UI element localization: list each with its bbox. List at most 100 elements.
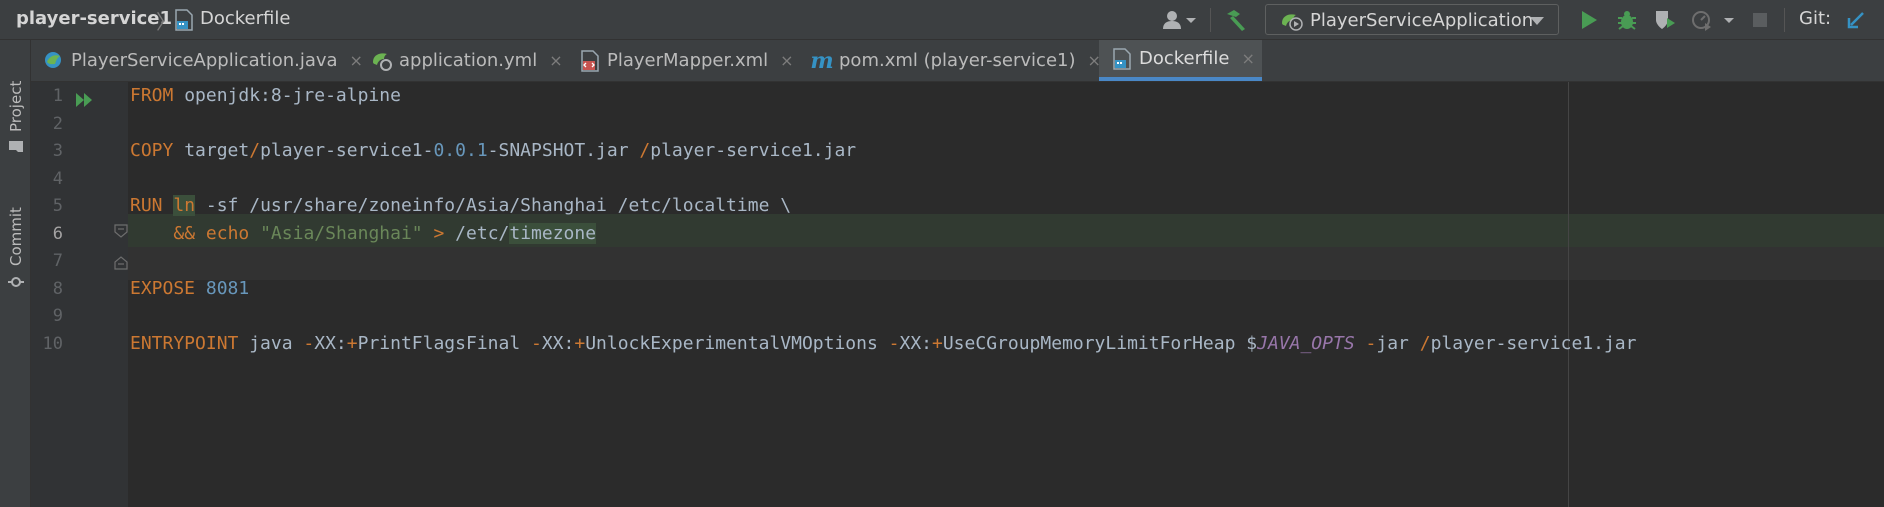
code-token: 0 <box>433 140 445 161</box>
code-token: XX: <box>541 332 575 354</box>
run-configuration-selector[interactable]: PlayerServiceApplication <box>1265 4 1559 35</box>
git-label: Git: <box>1799 8 1832 29</box>
run-icon[interactable] <box>1577 8 1601 32</box>
code-token: FROM <box>130 85 174 106</box>
editor-gutter[interactable]: 1 2 3 4 5 6 7 8 9 10 <box>31 82 128 507</box>
folder-icon <box>7 140 25 154</box>
debug-bug-icon[interactable] <box>1615 8 1639 32</box>
code-line[interactable]: && echo "Asia/Shanghai" > /etc/timezone <box>130 222 597 244</box>
code-token: timezone <box>509 222 597 244</box>
commit-tool-label: Commit <box>7 207 25 266</box>
code-token: + <box>574 332 586 354</box>
spring-boot-icon <box>43 50 65 72</box>
maven-icon: m <box>810 47 834 74</box>
git-update-arrow-icon[interactable] <box>1844 8 1868 32</box>
fold-end-icon[interactable] <box>114 254 128 274</box>
caret-row-highlight <box>128 247 1884 280</box>
code-token: PrintFlagsFinal <box>357 332 531 354</box>
line-number: 8 <box>52 278 63 299</box>
line-number: 4 <box>52 168 63 189</box>
code-token: && <box>173 222 196 244</box>
code-token: 8081 <box>205 277 250 299</box>
code-token: ENTRYPOINT <box>130 332 239 354</box>
tab-label: Dockerfile <box>1139 48 1230 69</box>
user-account-icon[interactable] <box>1160 8 1200 32</box>
code-token: echo <box>205 222 250 244</box>
tool-window-strip: Project Commit <box>0 40 31 507</box>
close-icon[interactable]: × <box>1241 49 1254 68</box>
line-number: 1 <box>52 86 63 106</box>
code-token: - <box>303 332 315 354</box>
navigation-bar: player-service1 〉 Dockerfile PlayerServi… <box>0 0 1884 40</box>
code-line[interactable]: ENTRYPOINT java -XX:+PrintFlagsFinal -XX… <box>130 333 1636 354</box>
code-token: UnlockExperimentalVMOptions <box>585 332 889 354</box>
code-token: 0 <box>455 140 466 161</box>
tab-label: PlayerMapper.xml <box>607 50 769 71</box>
tab-player-service-application[interactable]: PlayerServiceApplication.java × <box>43 40 383 81</box>
xml-file-icon <box>579 49 601 72</box>
code-token: / <box>639 140 651 161</box>
run-gutter-icon[interactable] <box>75 91 95 113</box>
line-number: 9 <box>52 306 63 326</box>
line-number: 2 <box>52 113 63 134</box>
close-icon[interactable]: × <box>350 51 363 70</box>
breadcrumb-file[interactable]: Dockerfile <box>200 8 290 29</box>
stop-icon[interactable] <box>1748 8 1772 32</box>
toolbar-separator <box>1210 8 1211 32</box>
run-configuration-label: PlayerServiceApplication <box>1310 10 1534 31</box>
docker-file-icon <box>1111 47 1133 70</box>
code-line[interactable]: COPY target/player-service1-0.0.1-SNAPSH… <box>130 140 856 161</box>
code-token: $ <box>1246 332 1258 354</box>
code-token: UseCGroupMemoryLimitForHeap <box>942 332 1247 354</box>
code-token: RUN <box>130 195 163 216</box>
commit-icon <box>7 274 25 290</box>
code-token: "Asia/Shanghai" <box>260 222 423 244</box>
code-token: - <box>888 332 900 354</box>
tab-application-yml[interactable]: application.yml × <box>371 40 601 81</box>
code-token: player-service1.jar <box>650 140 857 161</box>
line-number: 7 <box>52 251 63 271</box>
close-icon[interactable]: × <box>549 51 562 70</box>
commit-tool-tab[interactable]: Commit <box>3 200 29 290</box>
tab-label: application.yml <box>399 50 538 71</box>
tab-label: PlayerServiceApplication.java <box>71 50 338 71</box>
tab-pom-xml[interactable]: m pom.xml (player-service1) × <box>810 40 1131 81</box>
code-token: 1 <box>476 140 488 161</box>
code-token: -SNAPSHOT.jar <box>487 140 640 161</box>
breadcrumb-project[interactable]: player-service1 <box>16 8 172 29</box>
code-token: / <box>1419 332 1431 354</box>
code-line[interactable]: FROM openjdk:8-jre-alpine <box>130 85 401 106</box>
code-line[interactable]: RUN ln -sf /usr/share/zoneinfo/Asia/Shan… <box>130 195 791 216</box>
profiler-icon[interactable] <box>1690 8 1734 32</box>
breadcrumb-separator: 〉 <box>156 10 176 34</box>
fold-start-icon[interactable] <box>114 223 128 242</box>
code-token: target <box>173 140 250 161</box>
tab-player-mapper-xml[interactable]: PlayerMapper.xml × <box>579 40 829 81</box>
code-token: COPY <box>130 140 174 161</box>
line-number: 10 <box>42 333 63 354</box>
build-hammer-icon[interactable] <box>1222 8 1250 32</box>
project-tool-tab[interactable]: Project <box>3 81 29 154</box>
tab-dockerfile[interactable]: Dockerfile × <box>1099 40 1262 81</box>
code-editor[interactable]: FROM openjdk:8-jre-alpine COPY target/pla… <box>128 82 1884 507</box>
code-token: jar <box>1376 332 1420 354</box>
code-token: / <box>249 140 261 161</box>
code-token: - <box>531 332 542 354</box>
close-icon[interactable]: × <box>780 51 793 70</box>
line-number: 3 <box>52 141 63 161</box>
code-token: player-service1- <box>260 140 434 161</box>
tab-label: pom.xml (player-service1) <box>839 50 1076 71</box>
code-token: > <box>433 222 445 244</box>
code-line[interactable]: EXPOSE 8081 <box>130 278 249 299</box>
toolbar-separator <box>1784 8 1785 32</box>
line-number: 5 <box>52 196 63 216</box>
code-token: XX: <box>899 332 932 354</box>
coverage-shield-icon[interactable] <box>1652 8 1678 32</box>
code-token: -sf /usr/share/zoneinfo/Asia/Shanghai /e… <box>195 195 792 216</box>
